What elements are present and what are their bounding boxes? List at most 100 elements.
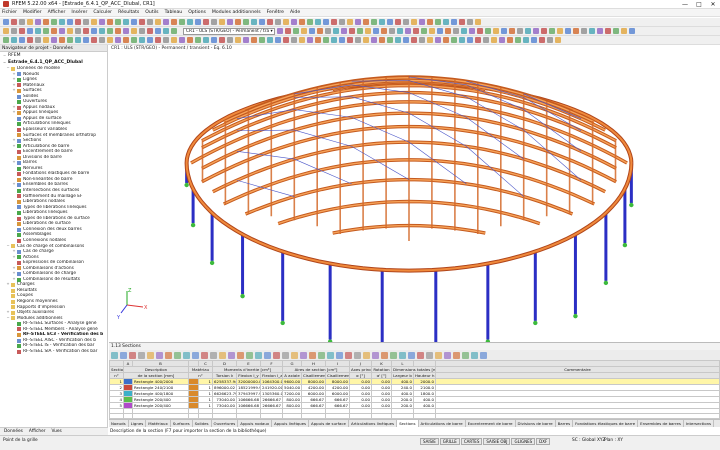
toolbar-button[interactable]: [459, 37, 465, 43]
toolbar-button[interactable]: [171, 37, 177, 43]
navigator-project[interactable]: − Estrade_6.4.1_QP_ACC_Dlubal: [0, 59, 107, 66]
table-toolbar-button[interactable]: [363, 351, 370, 359]
toolbar-button[interactable]: [227, 37, 233, 43]
table-toolbar-button[interactable]: [156, 351, 163, 359]
toolbar-button[interactable]: [251, 37, 257, 43]
cell-it[interactable]: 73040.00: [212, 402, 237, 409]
table-toolbar-button[interactable]: [219, 351, 226, 359]
table-toolbar-button[interactable]: [255, 351, 262, 359]
table-toolbar-button[interactable]: [273, 351, 280, 359]
toolbar-button[interactable]: [411, 19, 417, 25]
menu-item[interactable]: Fenêtre: [267, 10, 284, 15]
toolbar-button[interactable]: [155, 37, 161, 43]
toolbar-button[interactable]: [363, 19, 369, 25]
toolbar-button[interactable]: [355, 37, 361, 43]
toolbar-button[interactable]: [115, 19, 121, 25]
collapse-icon[interactable]: −: [6, 316, 10, 322]
toolbar-button[interactable]: [147, 28, 153, 34]
toolbar-button[interactable]: [283, 37, 289, 43]
toolbar-button[interactable]: [203, 19, 209, 25]
toolbar-button[interactable]: [499, 37, 505, 43]
expand-icon[interactable]: +: [12, 88, 16, 94]
table-tab[interactable]: Appuis linéiques: [272, 420, 310, 427]
toolbar-button[interactable]: [3, 28, 9, 34]
toolbar-button[interactable]: [323, 19, 329, 25]
close-icon[interactable]: ✕: [706, 1, 720, 8]
toolbar-button[interactable]: [51, 28, 57, 34]
table-tab[interactable]: Ouvertures: [212, 420, 239, 427]
toolbar-button[interactable]: [339, 37, 345, 43]
toolbar-button[interactable]: [629, 28, 635, 34]
toolbar-button[interactable]: [27, 28, 33, 34]
toolbar-button[interactable]: [171, 19, 177, 25]
toolbar-button[interactable]: [315, 19, 321, 25]
support-node[interactable]: [184, 182, 189, 188]
toolbar-button[interactable]: [403, 19, 409, 25]
table-toolbar-button[interactable]: [300, 351, 307, 359]
toolbar-button[interactable]: [613, 28, 619, 34]
toolbar-button[interactable]: [19, 19, 25, 25]
table-toolbar-button[interactable]: [165, 351, 172, 359]
toolbar-button[interactable]: [27, 19, 33, 25]
support-node[interactable]: [573, 313, 578, 319]
table-toolbar-button[interactable]: [471, 351, 478, 359]
cell-iz[interactable]: 1064300.00: [260, 378, 283, 385]
table-toolbar-button[interactable]: [426, 351, 433, 359]
toolbar-button[interactable]: [339, 19, 345, 25]
table-toolbar-button[interactable]: [309, 351, 316, 359]
expand-icon[interactable]: +: [6, 282, 10, 288]
table-tab[interactable]: Noeuds: [109, 420, 129, 427]
toolbar-button[interactable]: [75, 19, 81, 25]
table-toolbar-button[interactable]: [291, 351, 298, 359]
toolbar-button[interactable]: [123, 19, 129, 25]
toolbar-button[interactable]: [187, 37, 193, 43]
table-toolbar-button[interactable]: [228, 351, 235, 359]
toolbar-button[interactable]: [437, 28, 443, 34]
toolbar-button[interactable]: [259, 37, 265, 43]
table-toolbar-button[interactable]: [462, 351, 469, 359]
support-node[interactable]: [240, 293, 245, 299]
toolbar-button[interactable]: [115, 28, 121, 34]
toolbar-button[interactable]: [531, 37, 537, 43]
menu-item[interactable]: Insérer: [71, 10, 87, 15]
support-node[interactable]: [603, 280, 609, 286]
support-node[interactable]: [533, 320, 538, 326]
cell-iz[interactable]: 26666.67: [260, 402, 283, 409]
toolbar-button[interactable]: [11, 19, 17, 25]
toolbar-button[interactable]: [227, 19, 233, 25]
cell-it[interactable]: 896000.02: [212, 384, 237, 391]
menu-item[interactable]: Outils: [145, 10, 158, 15]
toolbar-button[interactable]: [195, 19, 201, 25]
toolbar-button[interactable]: [171, 28, 177, 34]
cell-iz[interactable]: 241920.00: [260, 384, 283, 391]
cell-it[interactable]: 6258337.94: [212, 378, 237, 385]
table-toolbar-button[interactable]: [453, 351, 460, 359]
table-toolbar-button[interactable]: [345, 351, 352, 359]
table-toolbar-button[interactable]: [390, 351, 397, 359]
table-toolbar-button[interactable]: [174, 351, 181, 359]
toolbar-button[interactable]: [43, 19, 49, 25]
menu-item[interactable]: Fichier: [2, 10, 17, 15]
toolbar-button[interactable]: [243, 37, 249, 43]
menu-item[interactable]: Modifier: [23, 10, 42, 15]
toolbar-button[interactable]: [27, 37, 33, 43]
toolbar-button[interactable]: [427, 37, 433, 43]
support-node[interactable]: [190, 222, 196, 228]
cell-iz[interactable]: 26666.67: [260, 396, 283, 403]
table-toolbar-button[interactable]: [372, 351, 379, 359]
toolbar-button[interactable]: [477, 28, 483, 34]
collapse-icon[interactable]: −: [6, 244, 10, 250]
maximize-icon[interactable]: □: [692, 1, 706, 8]
toolbar-button[interactable]: [565, 28, 571, 34]
toolbar-button[interactable]: [131, 19, 137, 25]
table-tab[interactable]: Matériaux: [146, 420, 171, 427]
snap-button[interactable]: CARTES: [460, 438, 483, 445]
table-tab[interactable]: Lignes: [129, 420, 147, 427]
toolbar-button[interactable]: [541, 28, 547, 34]
toolbar-button[interactable]: [83, 19, 89, 25]
cell-a[interactable]: 7200.00: [282, 390, 302, 397]
toolbar-button[interactable]: [331, 19, 337, 25]
navigator-root[interactable]: − RFEM: [0, 52, 107, 59]
toolbar-button[interactable]: [155, 28, 161, 34]
table-toolbar-button[interactable]: [480, 351, 487, 359]
